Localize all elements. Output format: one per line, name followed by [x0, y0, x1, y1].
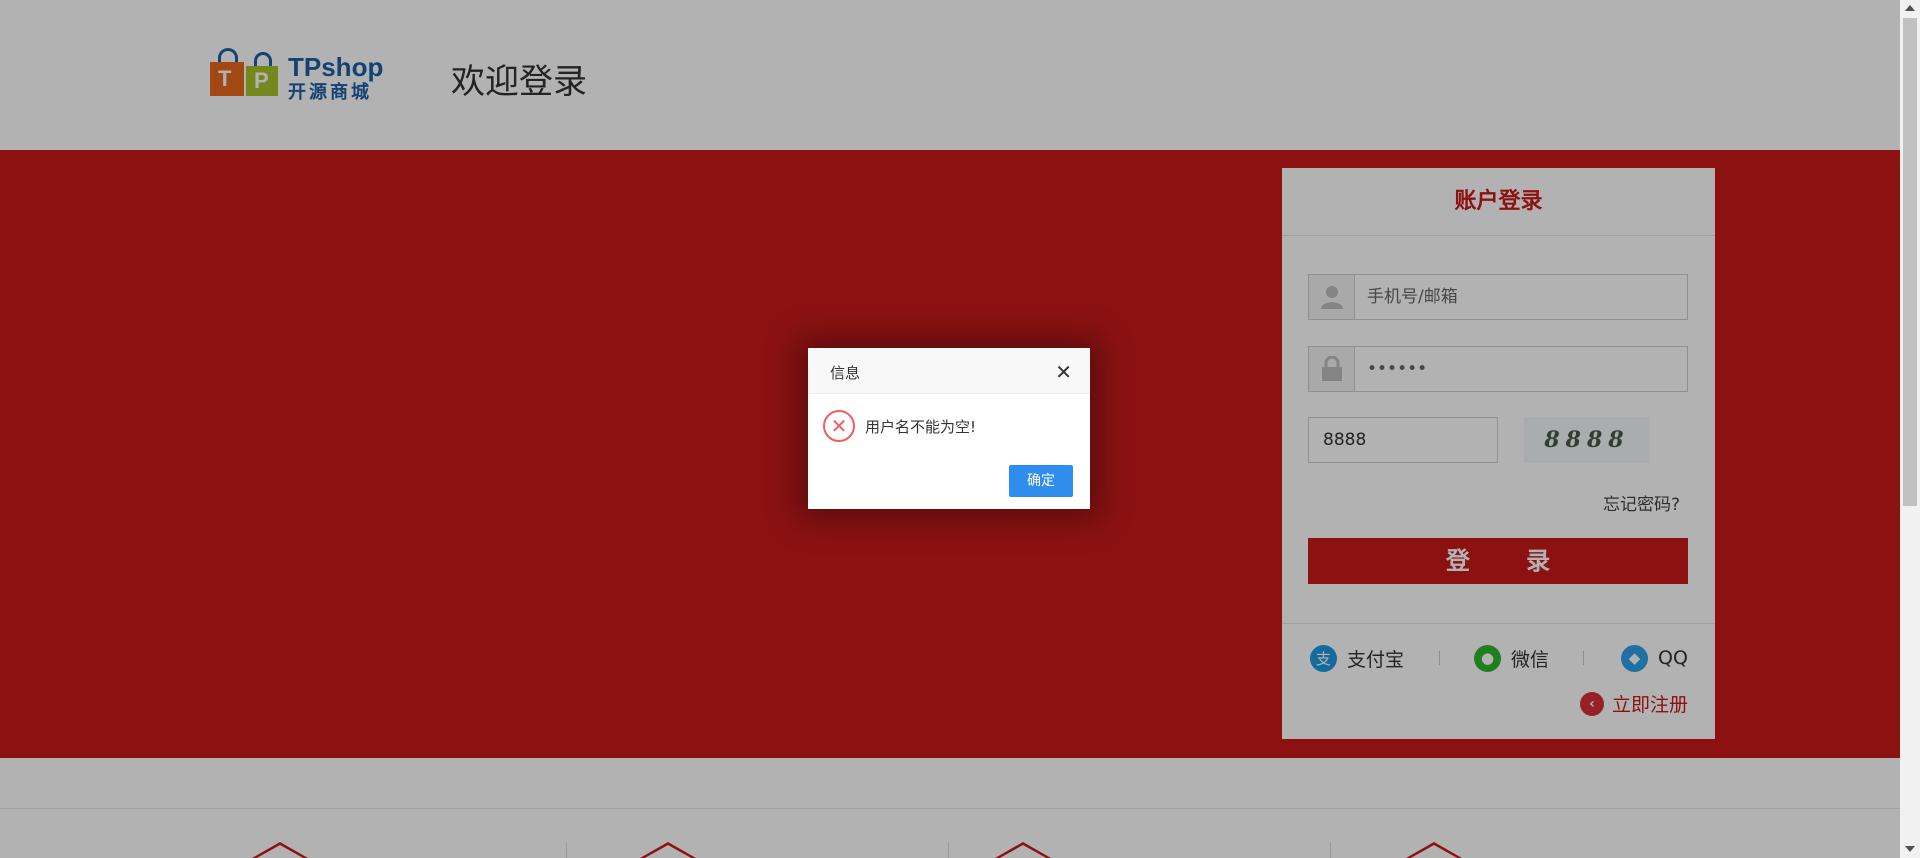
vertical-scrollbar[interactable]: [1900, 0, 1920, 858]
confirm-button[interactable]: 确定: [1009, 465, 1073, 497]
scroll-up-arrow-icon[interactable]: [1905, 5, 1915, 11]
scrollbar-thumb[interactable]: [1903, 18, 1917, 506]
dialog-body: ✕ 用户名不能为空!: [823, 410, 976, 442]
close-icon[interactable]: ✕: [1055, 360, 1072, 384]
dialog-title: 信息: [830, 364, 861, 382]
dialog-header: 信息 ✕: [808, 348, 1090, 394]
scroll-down-arrow-icon[interactable]: [1905, 846, 1915, 852]
error-dialog: 信息 ✕ ✕ 用户名不能为空! 确定: [808, 348, 1090, 509]
error-icon: ✕: [823, 410, 855, 442]
dialog-message: 用户名不能为空!: [865, 417, 977, 436]
